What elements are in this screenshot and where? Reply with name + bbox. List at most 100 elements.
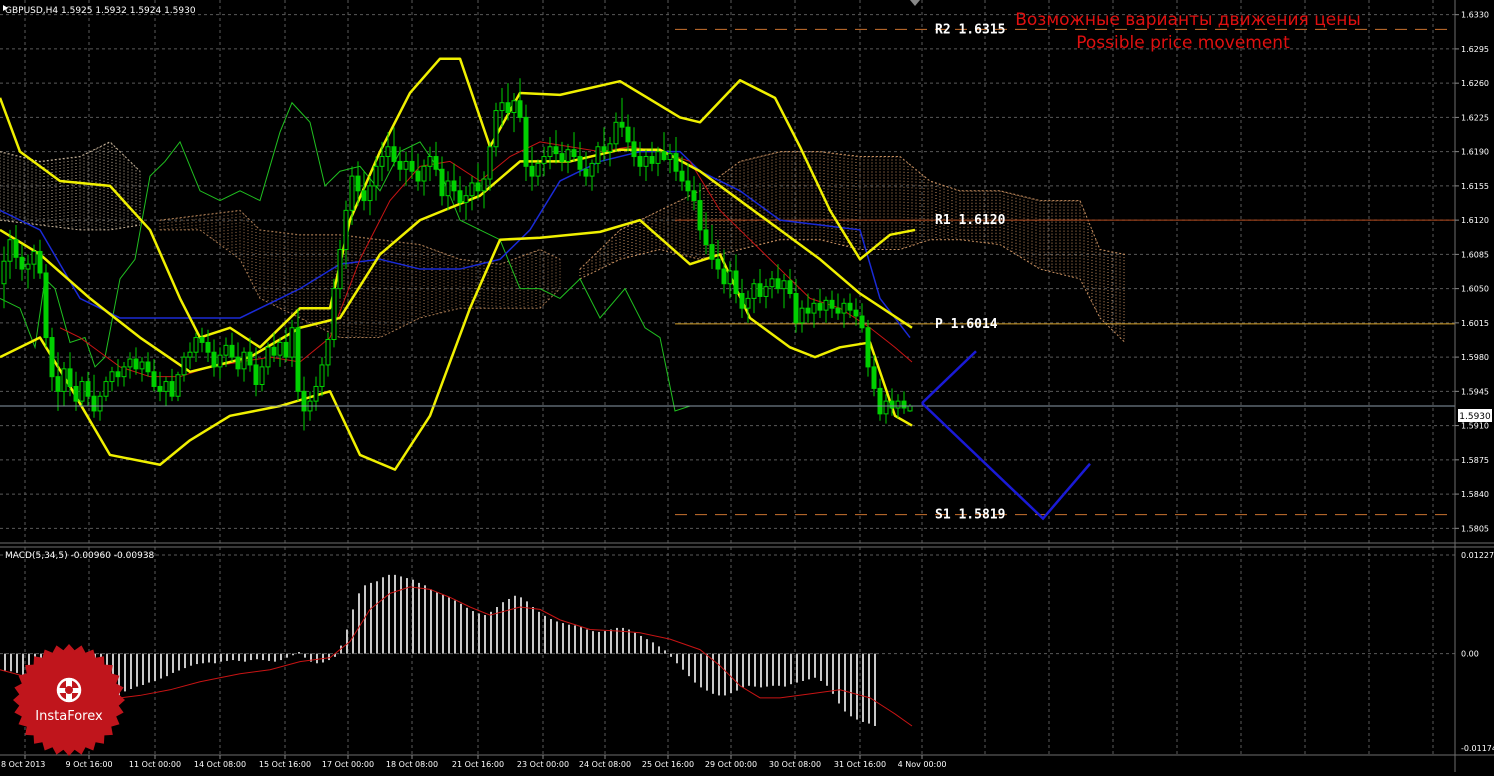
macd-bar <box>4 653 6 671</box>
macd-bar <box>214 653 216 664</box>
time-tick-label: 17 Oct 00:00 <box>322 760 374 769</box>
macd-bar <box>298 652 300 654</box>
macd-bar <box>538 611 540 654</box>
candle-body <box>133 358 139 370</box>
macd-bar <box>604 631 606 654</box>
time-tick-label: 29 Oct 00:00 <box>705 760 757 769</box>
candle-body <box>1 260 7 285</box>
macd-bar <box>514 595 516 654</box>
macd-bar <box>832 653 834 694</box>
level-label: S1 1.5819 <box>935 508 1005 523</box>
candle-body <box>49 337 55 378</box>
macd-bar <box>250 653 252 661</box>
macd-bar <box>268 653 270 661</box>
macd-bar <box>844 653 846 712</box>
price-tick-label: 1.5980 <box>1461 353 1489 362</box>
time-tick-label: 25 Oct 16:00 <box>642 760 694 769</box>
candle-body <box>571 149 577 158</box>
time-tick-label: 21 Oct 16:00 <box>452 760 504 769</box>
candle-body <box>37 250 43 274</box>
macd-bar <box>550 619 552 654</box>
candle-body <box>253 364 259 386</box>
candle-body <box>889 400 895 409</box>
macd-bar <box>694 653 696 683</box>
candle-body <box>361 190 367 202</box>
candle-body <box>67 368 73 387</box>
macd-bar <box>454 600 456 654</box>
macd-bar <box>244 653 246 662</box>
macd-bar <box>328 653 330 661</box>
candle-body <box>43 272 49 339</box>
macd-bar <box>502 602 504 654</box>
candle-body <box>805 307 811 314</box>
macd-tick-label: 0.00 <box>1461 650 1479 659</box>
candle-body <box>625 126 631 143</box>
candle-body <box>853 309 859 317</box>
macd-bar <box>526 601 528 654</box>
macd-bar <box>262 653 264 661</box>
candle-body <box>373 165 379 187</box>
macd-bar <box>196 653 198 665</box>
candle-body <box>217 354 223 368</box>
price-tick-label: 1.6050 <box>1461 285 1489 294</box>
candle-body <box>649 156 655 164</box>
candle-body <box>247 351 253 366</box>
candle-body <box>427 156 433 167</box>
candle-body <box>337 248 343 290</box>
macd-bar <box>274 653 276 662</box>
macd-bar <box>796 653 798 683</box>
macd-bar <box>358 593 360 654</box>
macd-bar <box>736 653 738 691</box>
time-tick-label: 23 Oct 00:00 <box>517 760 569 769</box>
macd-bar <box>742 653 744 688</box>
price-tick-label: 1.6225 <box>1461 113 1489 122</box>
macd-bar <box>442 594 444 654</box>
candle-body <box>229 344 235 358</box>
candle-body <box>397 160 403 170</box>
candle-body <box>751 283 757 299</box>
time-tick-label: 8 Oct 2013 <box>1 760 45 769</box>
candle-body <box>691 190 697 202</box>
chart-stage: R2 1.6315 R1 1.6120 P 1.6014 S1 1.5819 GBPU… <box>0 0 1494 772</box>
candle-body <box>679 170 685 182</box>
macd-bar <box>592 631 594 654</box>
candle-body <box>163 381 169 392</box>
time-tick-label: 14 Oct 08:00 <box>194 760 246 769</box>
candle-body <box>895 400 901 409</box>
macd-bar <box>748 653 750 686</box>
candle-body <box>871 366 877 389</box>
candle-body <box>277 341 283 356</box>
candle-body <box>907 405 913 412</box>
macd-bar <box>496 607 498 654</box>
macd-bar <box>370 582 372 654</box>
macd-bar <box>304 653 306 658</box>
macd-bar <box>280 653 282 661</box>
candle-body <box>205 341 211 353</box>
candle-body <box>709 244 715 260</box>
candle-body <box>31 250 37 265</box>
candle-body <box>121 366 127 378</box>
macd-bar <box>286 653 288 658</box>
candle-body <box>73 385 79 402</box>
macd-bar <box>184 653 186 669</box>
macd-bar <box>544 615 546 654</box>
price-tick-label: 1.6120 <box>1461 216 1489 225</box>
candle-body <box>901 400 907 409</box>
macd-bar <box>772 653 774 686</box>
candle-body <box>25 263 31 270</box>
candle-body <box>97 395 103 412</box>
price-tick-label: 1.5840 <box>1461 490 1489 499</box>
candle-body <box>109 371 115 383</box>
macd-bar <box>382 577 384 654</box>
candle <box>175 371 181 402</box>
candle-body <box>349 175 355 211</box>
time-tick-label: 24 Oct 08:00 <box>579 760 631 769</box>
candle-body <box>115 371 121 378</box>
macd-label: MACD(5,34,5) -0.00960 -0.00938 <box>5 551 155 561</box>
macd-bar <box>826 653 828 686</box>
macd-bar <box>862 653 864 722</box>
candle-body <box>529 165 535 177</box>
macd-bar <box>700 653 702 688</box>
macd-bar <box>376 581 378 654</box>
candle-body <box>55 376 61 392</box>
